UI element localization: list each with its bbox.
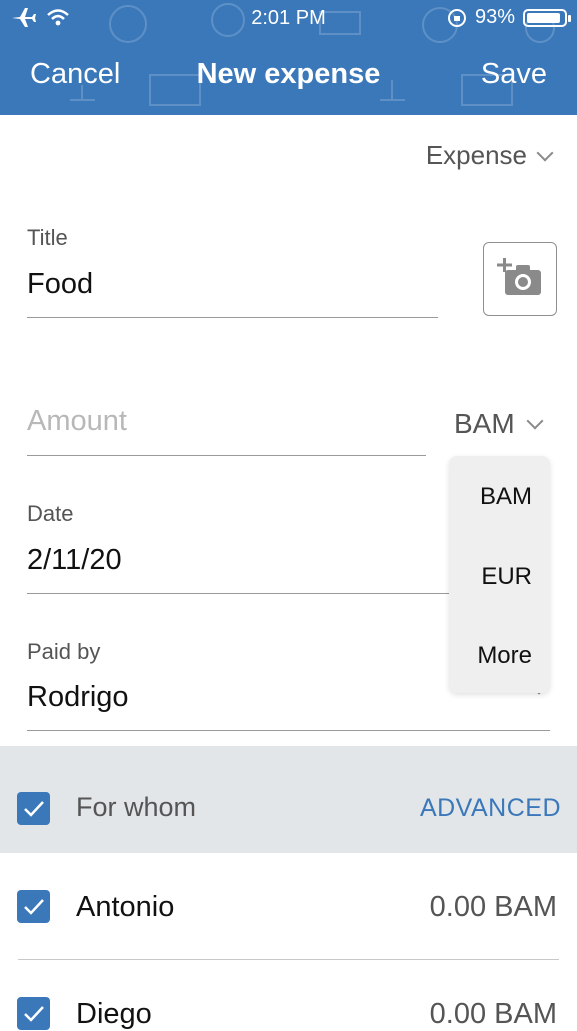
person-name: Diego: [76, 998, 152, 1030]
currency-select[interactable]: BAM: [454, 408, 544, 440]
date-underline: [27, 593, 449, 594]
currency-option-more[interactable]: More: [477, 642, 532, 670]
title-underline: [27, 317, 438, 318]
expense-type-value: Expense: [425, 140, 527, 170]
person-name: Antonio: [76, 891, 175, 923]
checkmark-icon: [24, 801, 44, 817]
paid-by-underline: [27, 730, 550, 731]
paid-by-select[interactable]: Rodrigo: [27, 681, 129, 714]
add-photo-button[interactable]: [483, 242, 557, 316]
app-header: 2:01 PM 93% Cancel New expense Save: [0, 0, 577, 115]
date-label: Date: [27, 501, 74, 526]
for-whom-header: For whom ADVANCED: [0, 746, 577, 853]
currency-option-eur[interactable]: EUR: [481, 563, 532, 591]
currency-option-bam[interactable]: BAM: [480, 483, 532, 511]
date-input[interactable]: 2/11/20: [27, 544, 122, 577]
chevron-down-icon: [536, 144, 554, 161]
checkmark-icon: [24, 899, 44, 915]
add-photo-icon: [496, 257, 541, 295]
title-label: Title: [27, 225, 68, 250]
title-input[interactable]: Food: [27, 268, 93, 301]
battery-icon: [523, 8, 571, 27]
expense-type-select[interactable]: Expense: [425, 140, 554, 171]
paid-by-label: Paid by: [27, 639, 101, 664]
battery-percent: 93%: [474, 6, 515, 28]
save-button[interactable]: Save: [481, 58, 547, 91]
orientation-lock-icon: [447, 8, 466, 27]
person-amount[interactable]: 0.00 BAM: [430, 891, 557, 924]
checkmark-icon: [24, 1006, 44, 1022]
row-divider: [18, 959, 559, 960]
status-bar: 2:01 PM 93%: [0, 0, 577, 38]
chevron-down-icon: [526, 412, 544, 430]
amount-underline: [27, 455, 426, 456]
person-checkbox-diego[interactable]: [17, 997, 50, 1030]
amount-input[interactable]: Amount: [27, 405, 127, 438]
for-whom-label: For whom: [76, 792, 197, 822]
select-all-checkbox[interactable]: [17, 792, 50, 825]
currency-dropdown-menu: BAM EUR More: [449, 456, 550, 693]
person-amount[interactable]: 0.00 BAM: [430, 998, 557, 1031]
advanced-button[interactable]: ADVANCED: [420, 794, 561, 823]
currency-value: BAM: [454, 408, 515, 439]
person-checkbox-antonio[interactable]: [17, 890, 50, 923]
